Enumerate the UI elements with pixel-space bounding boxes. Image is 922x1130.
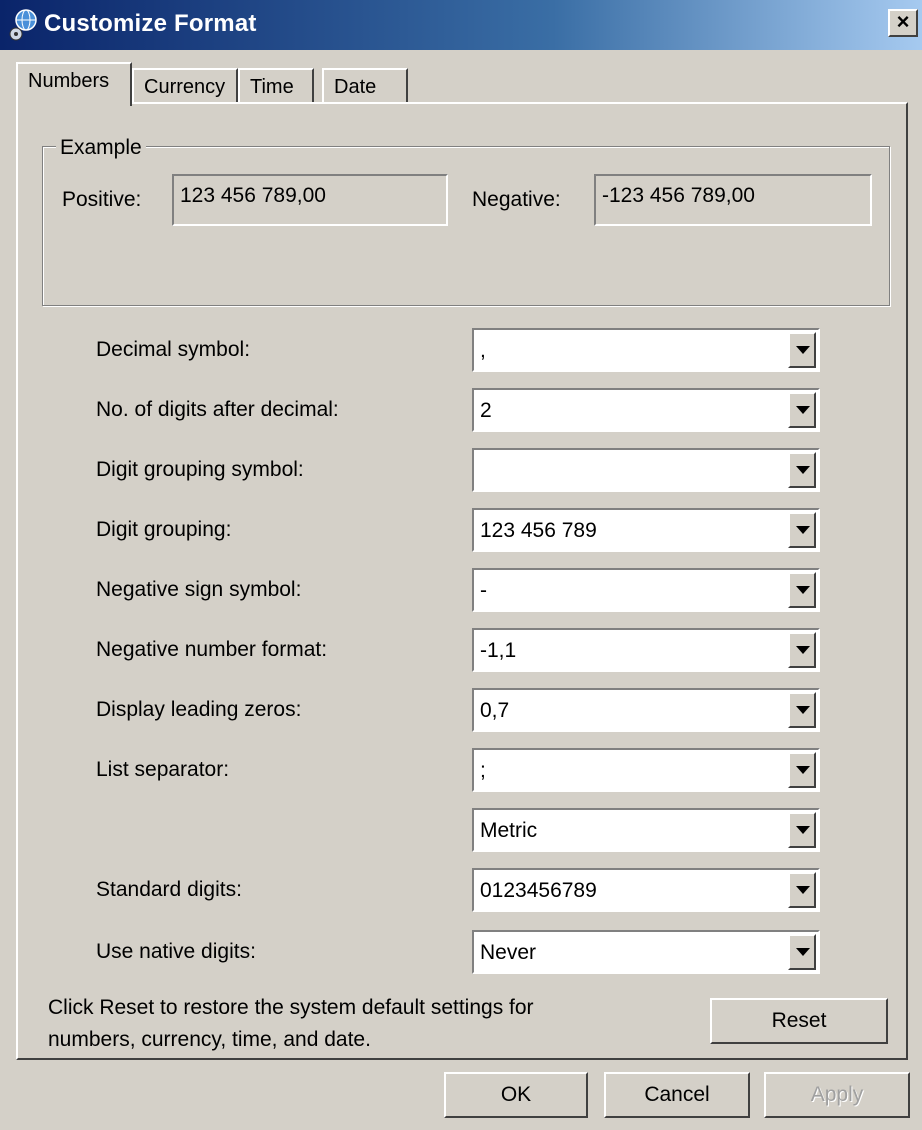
negative-number-format-label: Negative number format: [96,638,328,661]
leading-zeros-select[interactable]: 0,7 [472,688,820,732]
decimal-symbol-select[interactable]: , [472,328,820,372]
negative-value: -123 456 789,00 [602,184,755,207]
chevron-down-icon[interactable] [788,332,816,368]
chevron-down-icon[interactable] [788,572,816,608]
list-separator-label: List separator: [96,758,230,781]
combo-value: 0123456789 [480,879,597,902]
positive-example: 123 456 789,00 [172,174,448,226]
reset-info-line: numbers, currency, time, and date. [48,1028,371,1051]
close-icon: × [896,9,910,34]
combo-value: 0,7 [480,699,510,722]
positive-label: Positive: [62,188,142,211]
digit-grouping-label: Digit grouping: [96,518,232,541]
chevron-down-icon[interactable] [788,392,816,428]
combo-value: 2 [480,399,492,422]
native-digits-label: Use native digits: [96,940,256,963]
ok-button[interactable]: OK [444,1072,588,1118]
digit-grouping-symbol-select[interactable] [472,448,820,492]
cancel-button[interactable]: Cancel [604,1072,750,1118]
negative-sign-symbol-select[interactable]: - [472,568,820,612]
combo-value: , [480,339,486,362]
tab-label: Time [250,76,294,98]
example-groupbox [42,146,890,306]
chevron-down-icon[interactable] [788,692,816,728]
chevron-down-icon[interactable] [788,872,816,908]
apply-button[interactable]: Apply [764,1072,910,1118]
negative-number-format-select[interactable]: -1,1 [472,628,820,672]
combo-value: Metric [480,819,538,842]
chevron-down-icon[interactable] [788,934,816,970]
combo-value: ; [480,759,486,782]
decimal-symbol-label: Decimal symbol: [96,338,251,361]
tab-time[interactable]: Time [238,68,314,104]
tab-date[interactable]: Date [322,68,408,104]
tab-currency[interactable]: Currency [132,68,238,104]
chevron-down-icon[interactable] [788,512,816,548]
chevron-down-icon[interactable] [788,452,816,488]
combo-value: - [480,579,487,602]
native-digits-select[interactable]: Never [472,930,820,974]
globe-icon [9,9,37,41]
chevron-down-icon[interactable] [788,812,816,848]
negative-label: Negative: [472,188,561,211]
combo-value: -1,1 [480,639,517,662]
reset-button[interactable]: Reset [710,998,888,1044]
digit-grouping-symbol-label: Digit grouping symbol: [96,458,304,481]
combo-value: 123 456 789 [480,519,597,542]
digits-after-decimal-label: No. of digits after decimal: [96,398,339,421]
standard-digits-label: Standard digits: [96,878,242,901]
combo-value: Never [480,941,537,964]
close-button[interactable]: × [888,9,918,37]
negative-example: -123 456 789,00 [594,174,872,226]
list-separator-select[interactable]: ; [472,748,820,792]
digit-grouping-select[interactable]: 123 456 789 [472,508,820,552]
standard-digits-select[interactable]: 0123456789 [472,868,820,912]
example-legend: Example [56,136,146,160]
negative-sign-symbol-label: Negative sign symbol: [96,578,302,601]
window-title: Customize Format [44,10,257,37]
tab-label: Date [334,76,377,98]
reset-info-line: Click Reset to restore the system defaul… [48,996,534,1019]
tab-label: Numbers [28,70,110,92]
tab-label: Currency [144,76,226,98]
digits-after-decimal-select[interactable]: 2 [472,388,820,432]
chevron-down-icon[interactable] [788,632,816,668]
title-bar: Customize Format × [0,0,922,50]
positive-value: 123 456 789,00 [180,184,326,207]
chevron-down-icon[interactable] [788,752,816,788]
tab-numbers[interactable]: Numbers [16,62,132,106]
leading-zeros-label: Display leading zeros: [96,698,302,721]
measurement-system-select[interactable]: Metric [472,808,820,852]
reset-info-text: Click Reset to restore the system defaul… [48,992,534,1056]
